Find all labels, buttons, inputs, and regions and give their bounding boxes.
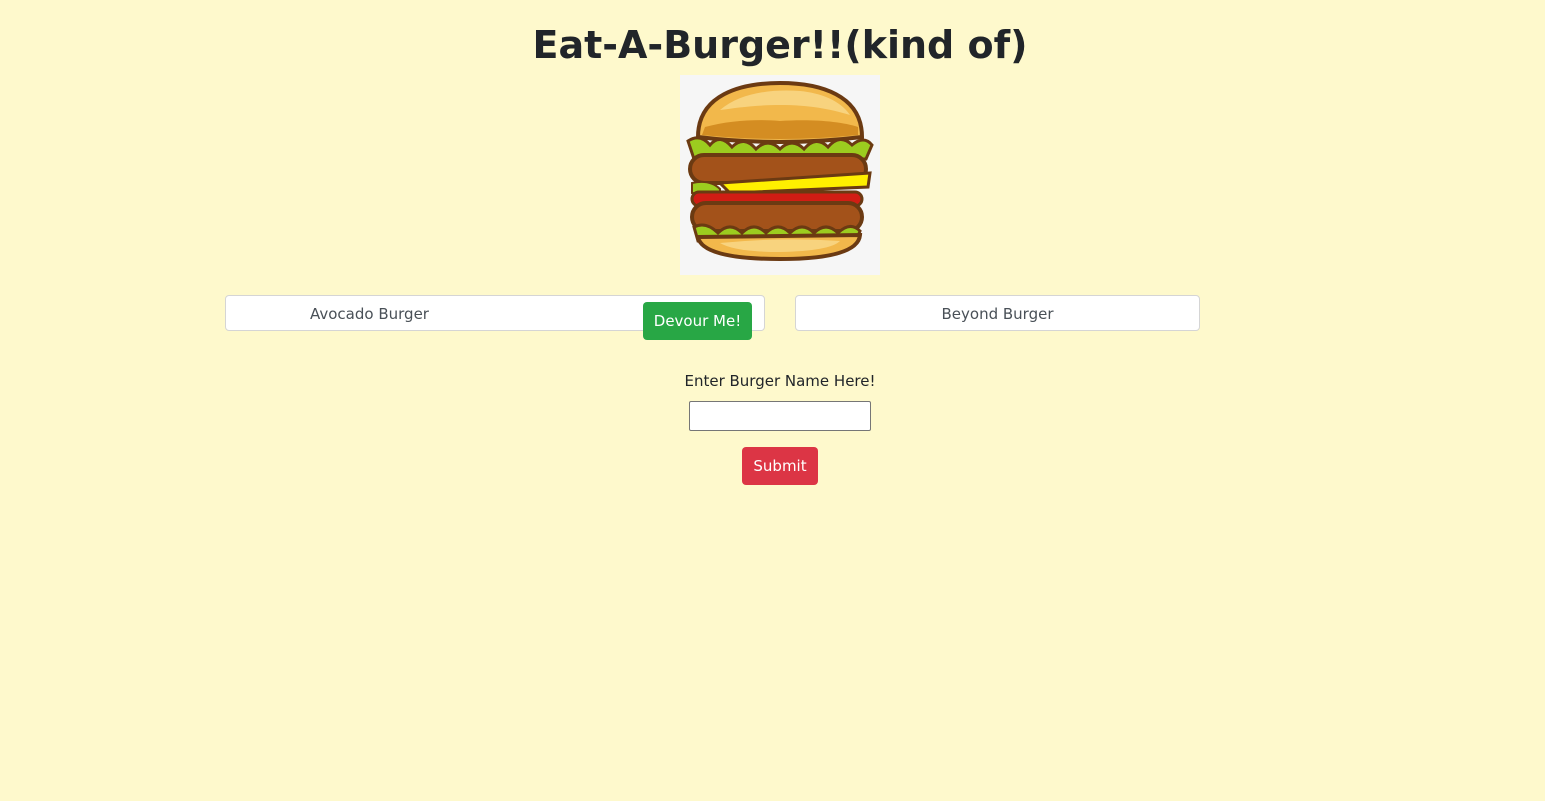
burger-name-input[interactable] — [689, 401, 871, 431]
burger-icon — [680, 75, 880, 275]
burger-name: Avocado Burger — [310, 305, 429, 323]
burger-image — [680, 75, 880, 275]
burger-name: Beyond Burger — [941, 305, 1054, 323]
burger-name-label: Enter Burger Name Here! — [684, 372, 876, 390]
submit-button[interactable]: Submit — [742, 447, 818, 485]
eaten-burger-item: Beyond Burger — [795, 295, 1200, 331]
devour-button[interactable]: Devour Me! — [643, 302, 752, 340]
page-title: Eat-A-Burger!!(kind of) — [532, 23, 1028, 67]
